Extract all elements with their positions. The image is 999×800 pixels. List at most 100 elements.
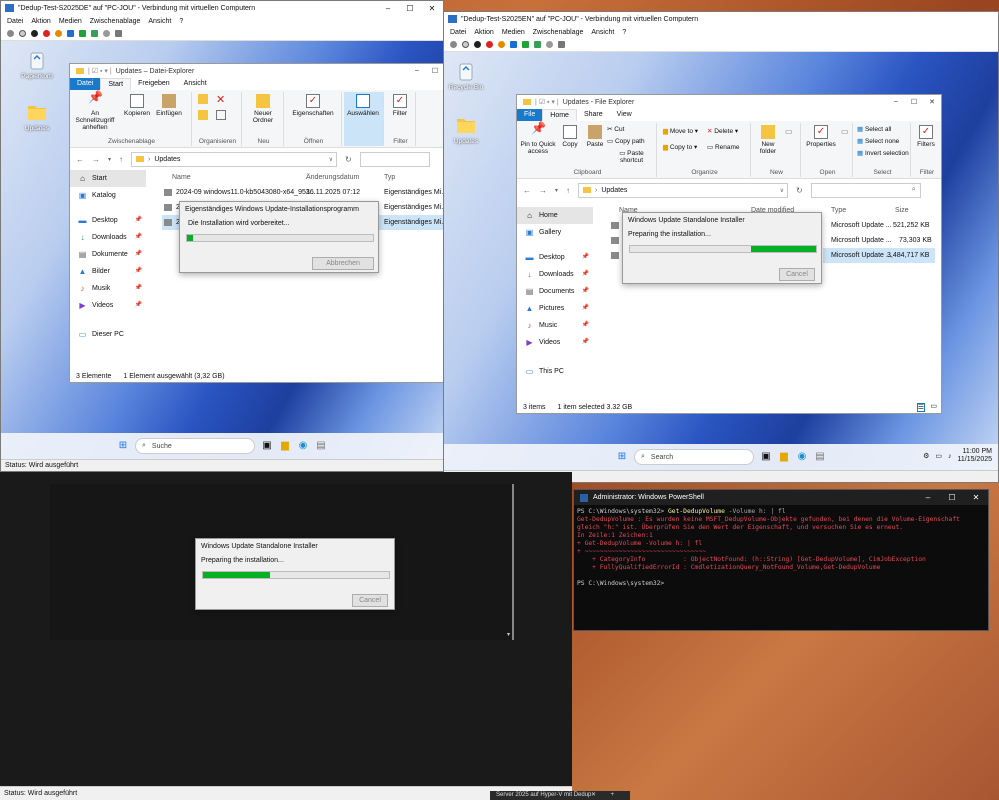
turn-off-icon[interactable] (474, 41, 481, 48)
menu-item[interactable]: Datei (450, 29, 466, 36)
pin-quick-access-button[interactable]: 📌 Pin to Quick access (519, 122, 557, 155)
close-icon[interactable]: ✕ (964, 493, 988, 502)
installer-icon[interactable]: ▤ (315, 440, 327, 452)
refresh-icon[interactable]: ↻ (345, 155, 352, 164)
pin-icon[interactable]: 📌 (582, 334, 589, 351)
menu-item[interactable]: Medien (502, 29, 525, 36)
nav-item-home[interactable]: ⌂ Home (517, 207, 593, 224)
copy-button[interactable]: Copy (559, 125, 581, 148)
nav-item-this-pc[interactable]: ▭ This PC (517, 363, 593, 380)
powershell-console[interactable]: PS C:\Windows\system32> Get-DedupVolume … (574, 505, 988, 591)
nav-item-documents[interactable]: ▤ Dokumente 📌 (70, 246, 146, 263)
power-icon[interactable] (498, 41, 505, 48)
details-view-icon[interactable]: ☰ (916, 403, 925, 412)
edge-icon[interactable]: ◉ (297, 440, 309, 452)
vm-titlebar[interactable]: "Dedup-Test-S2025DE" auf "PC-JOU" - Verb… (1, 1, 443, 15)
nav-item-downloads[interactable]: ↓ Downloads 📌 (517, 266, 593, 283)
filter-button[interactable]: ✓ Filters (913, 125, 939, 148)
tab-freigeben[interactable]: Freigeben (131, 78, 177, 90)
minimize-icon[interactable]: – (887, 98, 905, 106)
task-view-icon[interactable]: ▣ (760, 451, 772, 463)
select-all-button[interactable]: ▦ Select all (857, 125, 891, 133)
file-explorer-icon[interactable]: ▆ (279, 440, 291, 452)
revert-icon[interactable] (103, 30, 110, 37)
up-icon[interactable]: ↑ (119, 155, 123, 164)
pin-quick-access-button[interactable]: 📌 An Schnellzugriff anheften (72, 91, 118, 131)
column-size[interactable]: Size (895, 203, 909, 218)
nav-item-videos[interactable]: ▶ Videos 📌 (517, 334, 593, 351)
fe-titlebar[interactable]: | ☑ ▪ ▾ | Updates - File Explorer – ☐ ✕ (517, 95, 941, 109)
copy-to-icon[interactable] (198, 110, 208, 120)
maximize-icon[interactable]: ☐ (426, 67, 443, 75)
installer-icon[interactable]: ▤ (814, 451, 826, 463)
checkpoint-icon[interactable] (91, 30, 98, 37)
large-icons-view-icon[interactable]: ▭ (930, 403, 937, 410)
fe-titlebar[interactable]: | ☑ ▪ ▾ | Updates – Datei-Explorer – ☐ (70, 64, 443, 78)
tab-datei[interactable]: Datei (70, 78, 101, 90)
ctrl-alt-del-icon[interactable] (7, 30, 14, 37)
nav-item-downloads[interactable]: ↓ Downloads 📌 (70, 229, 146, 246)
forward-icon[interactable]: → (92, 155, 100, 164)
copy-path-button[interactable]: ▭ Copy path (607, 137, 645, 145)
network-icon[interactable]: ▭ (935, 452, 942, 460)
language-icon[interactable]: ⚙ (923, 452, 929, 460)
menu-item[interactable]: Aktion (474, 29, 493, 36)
volume-icon[interactable]: ♪ (948, 453, 952, 460)
menu-item[interactable]: Zwischenablage (90, 18, 141, 25)
checkpoint-icon[interactable] (534, 41, 541, 48)
refresh-icon[interactable]: ↻ (796, 186, 803, 195)
minimize-icon[interactable]: – (916, 493, 940, 502)
open-icon[interactable]: ▭ (841, 127, 849, 136)
new-folder-button[interactable]: Neuer Ordner (244, 94, 282, 124)
copy-button[interactable]: Kopieren (122, 94, 152, 117)
desktop-icon-recycle-bin[interactable]: Recycle Bin (446, 60, 486, 91)
tab-share[interactable]: Share (577, 109, 610, 121)
properties-button[interactable]: ✓ Properties (803, 125, 839, 148)
pin-icon[interactable]: 📌 (582, 317, 589, 334)
new-folder-button[interactable]: New folder (753, 125, 783, 155)
resume-icon[interactable] (522, 41, 529, 48)
desktop-icon-updates[interactable]: Updates (446, 114, 486, 145)
close-icon[interactable]: ✕ (591, 791, 596, 800)
desktop-icon-recycle-bin[interactable]: Papierkorb (17, 49, 57, 80)
start-icon[interactable] (462, 41, 469, 48)
resume-icon[interactable] (79, 30, 86, 37)
nav-item-pictures[interactable]: ▲ Bilder 📌 (70, 263, 146, 280)
nav-item-videos[interactable]: ▶ Videos 📌 (70, 297, 146, 314)
address-bar[interactable]: › Updates ∨ (578, 182, 789, 198)
column-date[interactable]: Änderungsdatum (306, 170, 359, 185)
rename-icon[interactable] (216, 110, 226, 120)
windows-start-icon[interactable]: ⊞ (616, 451, 628, 463)
pause-icon[interactable] (510, 41, 517, 48)
cancel-button[interactable]: Cancel (779, 268, 815, 281)
back-icon[interactable]: ← (76, 155, 84, 164)
taskbar-search[interactable]: ⌕ Search (634, 449, 754, 465)
pin-icon[interactable]: 📌 (135, 212, 142, 229)
recent-icon[interactable]: ▾ (555, 187, 558, 194)
tab-start[interactable]: Start (100, 78, 132, 90)
maximize-icon[interactable]: ☐ (905, 98, 923, 106)
nav-item-music[interactable]: ♪ Music 📌 (517, 317, 593, 334)
nav-item-pictures[interactable]: ▲ Pictures 📌 (517, 300, 593, 317)
nav-item-gallery[interactable]: ▣ Gallery (517, 224, 593, 241)
vm-titlebar[interactable]: "Dedup-Test-S2025EN" auf "PC-JOU" - Verb… (444, 12, 998, 26)
pin-icon[interactable]: 📌 (135, 280, 142, 297)
plus-icon[interactable]: + (610, 791, 614, 800)
cancel-button[interactable]: Cancel (352, 594, 388, 607)
menu-item[interactable]: ? (179, 18, 183, 25)
turn-off-icon[interactable] (31, 30, 38, 37)
desktop-icon-updates[interactable]: Updates (17, 101, 57, 132)
shutdown-icon[interactable] (486, 41, 493, 48)
menu-item[interactable]: Datei (7, 18, 23, 25)
search-input[interactable] (359, 151, 430, 167)
tab-file[interactable]: File (517, 109, 543, 121)
chevron-down-icon[interactable]: ∨ (780, 187, 787, 194)
close-icon[interactable]: ✕ (923, 98, 941, 106)
rename-button[interactable]: ▭ Rename (707, 143, 740, 151)
filter-button[interactable]: ✓ Filter (386, 94, 414, 117)
pause-icon[interactable] (67, 30, 74, 37)
pin-icon[interactable]: 📌 (582, 266, 589, 283)
tab-ansicht[interactable]: Ansicht (177, 78, 214, 90)
edge-icon[interactable]: ◉ (796, 451, 808, 463)
scrollbar-arrow-icon[interactable]: ▾ (507, 631, 510, 638)
